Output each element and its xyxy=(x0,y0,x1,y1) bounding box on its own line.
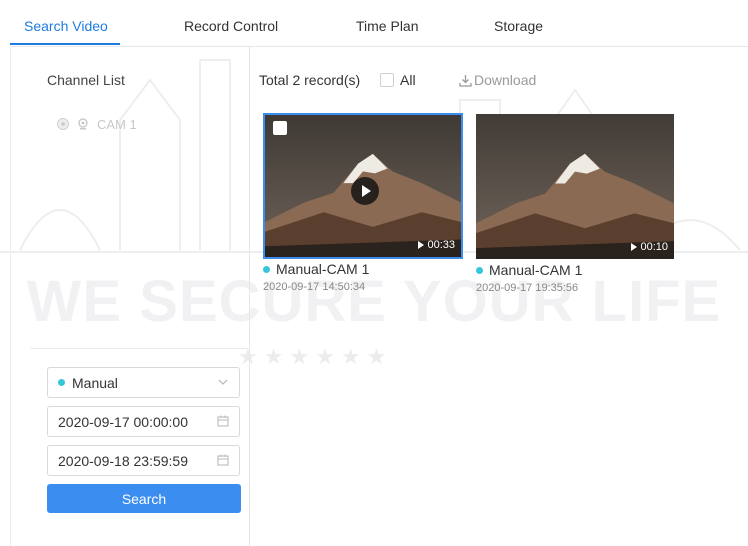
total-records: Total 2 record(s) xyxy=(259,72,361,88)
video-duration: 00:33 xyxy=(418,239,455,251)
channel-item-cam1[interactable]: CAM 1 xyxy=(57,115,137,133)
record-name: Manual-CAM 1 xyxy=(476,262,582,278)
panel-left-edge xyxy=(10,46,11,546)
calendar-icon xyxy=(217,415,229,427)
record-name: Manual-CAM 1 xyxy=(263,261,369,277)
download-label: Download xyxy=(474,72,537,88)
record-card[interactable]: 00:33 Manual-CAM 1 2020-09-17 14:50:34 xyxy=(263,113,463,303)
end-time-value: 2020-09-18 23:59:59 xyxy=(58,452,188,469)
download-button[interactable]: Download xyxy=(459,72,536,88)
record-checkbox[interactable] xyxy=(273,121,287,135)
record-time: 2020-09-17 14:50:34 xyxy=(263,281,366,293)
record-type-value: Manual xyxy=(72,374,118,391)
channel-radio[interactable] xyxy=(57,118,69,130)
play-small-icon xyxy=(418,241,425,249)
chevron-down-icon xyxy=(218,379,228,385)
panel-divider xyxy=(249,46,250,546)
start-time-value: 2020-09-17 00:00:00 xyxy=(58,413,188,430)
duration-label: 00:33 xyxy=(427,239,455,251)
video-duration: 00:10 xyxy=(631,241,668,253)
record-type-select[interactable]: Manual xyxy=(47,367,240,398)
duration-label: 00:10 xyxy=(640,241,668,253)
video-thumbnail[interactable]: 00:33 xyxy=(263,113,463,259)
tab-record-control[interactable]: Record Control xyxy=(184,18,278,34)
status-dot xyxy=(58,379,65,386)
tab-time-plan[interactable]: Time Plan xyxy=(356,18,419,34)
channel-list-title: Channel List xyxy=(47,72,125,88)
record-card[interactable]: 00:10 Manual-CAM 1 2020-09-17 19:35:56 xyxy=(476,114,676,304)
play-icon[interactable] xyxy=(351,177,379,205)
calendar-icon xyxy=(217,454,229,466)
active-tab-indicator xyxy=(10,43,120,45)
select-all-checkbox[interactable] xyxy=(380,73,394,87)
mountain-thumbnail-image xyxy=(476,114,674,259)
camera-icon xyxy=(78,118,88,130)
tab-bar: Search Video Record Control Time Plan St… xyxy=(10,0,748,47)
sidebar-divider xyxy=(30,348,248,349)
start-time-field[interactable]: 2020-09-17 00:00:00 xyxy=(47,406,240,437)
record-name-label: Manual-CAM 1 xyxy=(489,262,583,278)
watermark-stars: ★★★★★★ xyxy=(238,344,393,369)
status-dot xyxy=(263,265,270,273)
record-name-label: Manual-CAM 1 xyxy=(276,261,370,277)
status-dot xyxy=(476,266,483,274)
download-icon xyxy=(459,74,472,87)
search-button[interactable]: Search xyxy=(47,484,241,513)
video-thumbnail[interactable]: 00:10 xyxy=(476,114,674,259)
end-time-field[interactable]: 2020-09-18 23:59:59 xyxy=(47,445,240,476)
select-all-label: All xyxy=(400,72,416,88)
tab-storage[interactable]: Storage xyxy=(494,18,543,34)
play-small-icon xyxy=(631,243,638,251)
record-time: 2020-09-17 19:35:56 xyxy=(476,282,579,294)
channel-label: CAM 1 xyxy=(97,116,137,132)
tab-search-video[interactable]: Search Video xyxy=(24,18,108,34)
